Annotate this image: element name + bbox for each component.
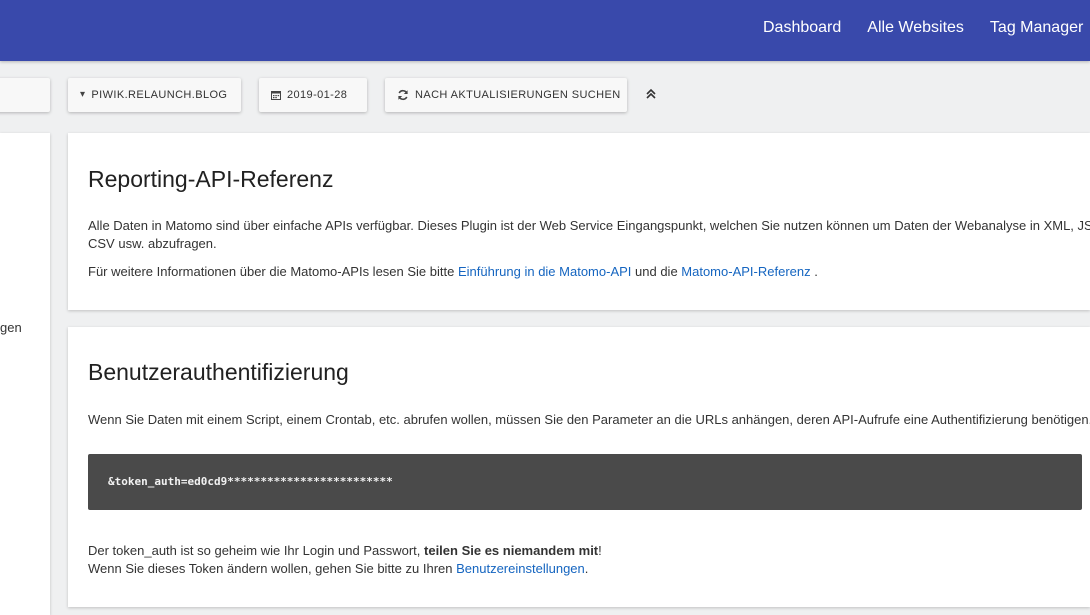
token-auth-code-block: &token_auth=ed0cd9**********************… — [88, 454, 1082, 510]
user-authentication-title: Benutzerauthentifizierung — [88, 359, 349, 385]
matomo-api-reference-link[interactable]: Matomo-API-Referenz — [681, 264, 810, 279]
site-selector-button[interactable]: ▾ PIWIK.RELAUNCH.BLOG — [68, 78, 241, 112]
token-change-info: Wenn Sie dieses Token ändern wollen, geh… — [88, 560, 588, 578]
top-navigation: Dashboard Alle Websites Tag Manager — [763, 19, 1090, 37]
nav-dashboard[interactable]: Dashboard — [763, 19, 841, 37]
token-warning-prefix: Der token_auth ist so geheim wie Ihr Log… — [88, 543, 425, 558]
date-selector-button[interactable]: 2019-01-28 — [259, 78, 367, 112]
reporting-api-intro-line2: CSV usw. abzufragen. — [88, 236, 217, 251]
token-change-suffix: . — [584, 561, 589, 576]
links-paragraph-middle: und die — [631, 264, 682, 279]
nav-all-websites[interactable]: Alle Websites — [867, 19, 964, 37]
left-sidebar-panel: gen — [0, 133, 50, 615]
links-paragraph-prefix: Für weitere Informationen über die Matom… — [88, 264, 458, 279]
refresh-icon — [397, 89, 409, 101]
caret-down-icon: ▾ — [80, 89, 86, 101]
calendar-icon — [271, 90, 281, 101]
reporting-api-title: Reporting-API-Referenz — [88, 166, 334, 192]
check-updates-label: NACH AKTUALISIERUNGEN SUCHEN — [415, 89, 621, 101]
token-warning-suffix: ! — [598, 543, 602, 558]
matomo-api-intro-link[interactable]: Einführung in die Matomo-API — [458, 264, 631, 279]
user-settings-link[interactable]: Benutzereinstellungen — [456, 561, 585, 576]
date-selector-label: 2019-01-28 — [287, 89, 348, 101]
top-header-bar: Dashboard Alle Websites Tag Manager — [0, 0, 1090, 61]
reporting-api-card: Reporting-API-Referenz Alle Daten in Mat… — [68, 133, 1090, 310]
links-paragraph-suffix: . — [810, 264, 818, 279]
token-change-prefix: Wenn Sie dieses Token ändern wollen, geh… — [88, 561, 457, 576]
authentication-description: Wenn Sie Daten mit einem Script, einem C… — [88, 412, 1090, 427]
reporting-api-links-paragraph: Für weitere Informationen über die Matom… — [88, 263, 818, 281]
check-updates-button[interactable]: NACH AKTUALISIERUNGEN SUCHEN — [385, 78, 627, 112]
token-secret-warning: Der token_auth ist so geheim wie Ihr Log… — [88, 542, 602, 560]
user-authentication-card: Benutzerauthentifizierung Wenn Sie Daten… — [68, 327, 1090, 607]
chevron-double-up-icon[interactable] — [644, 86, 658, 102]
site-selector-label: PIWIK.RELAUNCH.BLOG — [91, 89, 228, 101]
token-warning-bold: teilen Sie es niemandem mit — [424, 543, 599, 558]
sidebar-text-fragment: gen — [0, 320, 22, 335]
nav-tag-manager[interactable]: Tag Manager — [990, 19, 1083, 37]
left-toolbar-control[interactable] — [0, 78, 50, 112]
reporting-api-intro-line1: Alle Daten in Matomo sind über einfache … — [88, 218, 1090, 233]
